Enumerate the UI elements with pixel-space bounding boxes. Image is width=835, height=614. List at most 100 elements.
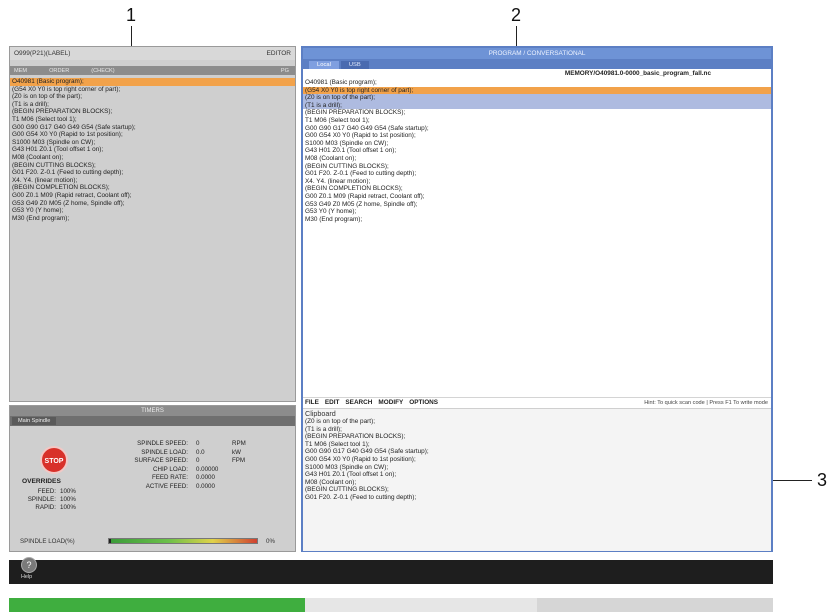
editor-line[interactable]: G00 Z0.1 M09 (Rapid retract, Coolant off…	[303, 193, 771, 201]
spindle-stats: SPINDLE SPEED: 0 RPM SPINDLE LOAD: 0.0 kW SURF…	[122, 440, 246, 492]
program-editor-pane[interactable]: PROGRAM / CONVERSATIONAL Local USB MEMOR…	[301, 46, 773, 552]
menu-modify[interactable]: MODIFY	[378, 399, 403, 406]
clipboard-pane[interactable]: Clipboard (Z0 is on top of the part); (T1…	[303, 408, 771, 551]
editor-line[interactable]: M30 (End program);	[303, 216, 771, 224]
active-program-header: O999(P21)(LABEL) EDITOR	[10, 47, 295, 60]
program-lines[interactable]: O40981 (Basic program); (G54 X0 Y0 is top…	[10, 78, 295, 222]
program-line[interactable]: M30 (End program);	[10, 215, 295, 223]
clipboard-line[interactable]: G00 G90 G17 G40 G49 G54 (Safe startup);	[303, 448, 771, 456]
help-bar: ? Help	[9, 557, 773, 584]
editor-line[interactable]: (BEGIN PREPARATION BLOCKS);	[303, 109, 771, 117]
editor-line[interactable]: T1 M06 (Select tool 1);	[303, 117, 771, 125]
stat-label: FEED RATE:	[152, 474, 188, 481]
timers-tabs: Main Spindle	[10, 416, 295, 426]
program-line[interactable]: G53 G49 Z0 M05 (Z home, Spindle off);	[10, 200, 295, 208]
spindle-load-bar	[108, 538, 258, 544]
editor-line[interactable]: G53 G49 Z0 M05 (Z home, Spindle off);	[303, 201, 771, 209]
stat-label: CHIP LOAD:	[153, 465, 188, 473]
program-line[interactable]: G53 Y0 (Y home);	[10, 207, 295, 215]
editor-line[interactable]: (BEGIN COMPLETION BLOCKS);	[303, 185, 771, 193]
program-line[interactable]: G00 Z0.1 M09 (Rapid retract, Coolant off…	[10, 192, 295, 200]
tab-usb[interactable]: USB	[340, 61, 369, 69]
editor-line[interactable]: (T1 is a drill);	[303, 101, 771, 110]
tab-order[interactable]: ORDER	[49, 68, 69, 74]
menu-edit[interactable]: EDIT	[325, 399, 340, 406]
editor-line[interactable]: S1000 M03 (Spindle on CW);	[303, 140, 771, 148]
editor-line[interactable]: (G54 X0 Y0 is top right corner of part);	[303, 86, 771, 95]
tab-mem[interactable]: MEM	[14, 68, 27, 74]
override-label: FEED:	[37, 488, 56, 495]
clipboard-line[interactable]: (BEGIN PREPARATION BLOCKS);	[303, 433, 771, 441]
clipboard-line[interactable]: G01 F20. Z-0.1 (Feed to cutting depth);	[303, 494, 771, 502]
editor-line[interactable]: G01 F20. Z-0.1 (Feed to cutting depth);	[303, 170, 771, 178]
program-line[interactable]: G43 H01 Z0.1 (Tool offset 1 on);	[10, 146, 295, 154]
editor-line[interactable]: X4. Y4. (linear motion);	[303, 178, 771, 186]
program-name: O999(P21)(LABEL)	[14, 50, 71, 57]
editor-line[interactable]: O40981 (Basic program);	[303, 79, 771, 87]
tab-pg[interactable]: PG	[281, 68, 289, 74]
stat-row: SURFACE SPEED: 0 FPM	[122, 457, 246, 466]
tab-check[interactable]: (CHECK)	[91, 68, 114, 74]
clipboard-line[interactable]: (Z0 is on top of the part);	[303, 418, 771, 426]
stop-icon[interactable]: STOP	[40, 446, 68, 474]
active-program-tabs: MEM ORDER (CHECK) PG	[10, 66, 295, 75]
program-line[interactable]: G00 G90 G17 G40 G49 G54 (Safe startup);	[10, 124, 295, 132]
clipboard-line[interactable]: G00 G54 X0 Y0 (Rapid to 1st position);	[303, 456, 771, 464]
spindle-load-label: SPINDLE LOAD(%)	[20, 537, 75, 545]
program-line[interactable]: (BEGIN PREPARATION BLOCKS);	[10, 108, 295, 116]
program-line[interactable]: M08 (Coolant on);	[10, 154, 295, 162]
program-line[interactable]: G01 F20. Z-0.1 (Feed to cutting depth);	[10, 169, 295, 177]
program-line[interactable]: (G54 X0 Y0 is top right corner of part);	[10, 86, 295, 94]
stat-unit: kW	[232, 448, 241, 456]
program-line[interactable]: T1 M06 (Select tool 1);	[10, 116, 295, 124]
clipboard-lines[interactable]: (Z0 is on top of the part); (T1 is a dril…	[303, 418, 771, 502]
program-line[interactable]: O40981 (Basic program);	[10, 78, 295, 86]
status-bar-green	[9, 598, 305, 612]
clipboard-line[interactable]: (BEGIN CUTTING BLOCKS);	[303, 486, 771, 494]
clipboard-line[interactable]: M08 (Coolant on);	[303, 479, 771, 487]
status-bar-right	[537, 598, 773, 612]
active-program-pane[interactable]: O999(P21)(LABEL) EDITOR MEM ORDER (CHECK…	[9, 46, 296, 402]
stat-value: 0.0	[196, 448, 205, 456]
editor-menu-bar: FILE EDIT SEARCH MODIFY OPTIONS Hint: To…	[303, 397, 771, 407]
clipboard-line[interactable]: T1 M06 (Select tool 1);	[303, 441, 771, 449]
spindle-load-indicator	[109, 539, 111, 543]
program-line[interactable]: (BEGIN COMPLETION BLOCKS);	[10, 184, 295, 192]
stat-value: 0.00000	[196, 465, 219, 473]
help-icon[interactable]: ?	[21, 557, 37, 573]
editor-line[interactable]: G00 G90 G17 G40 G49 G54 (Safe startup);	[303, 125, 771, 133]
mode-label: EDITOR	[266, 50, 291, 57]
program-line[interactable]: G00 G54 X0 Y0 (Rapid to 1st position);	[10, 131, 295, 139]
clipboard-line[interactable]: S1000 M03 (Spindle on CW);	[303, 464, 771, 472]
clipboard-line[interactable]: G43 H01 Z0.1 (Tool offset 1 on);	[303, 471, 771, 479]
menu-options[interactable]: OPTIONS	[409, 399, 438, 406]
menu-file[interactable]: FILE	[305, 399, 319, 406]
editor-line[interactable]: G00 G54 X0 Y0 (Rapid to 1st position);	[303, 132, 771, 140]
spindle-load-row: SPINDLE LOAD(%) 0%	[20, 537, 285, 545]
program-line[interactable]: X4. Y4. (linear motion);	[10, 177, 295, 185]
program-line[interactable]: (BEGIN CUTTING BLOCKS);	[10, 162, 295, 170]
editor-line[interactable]: G43 H01 Z0.1 (Tool offset 1 on);	[303, 147, 771, 155]
stat-row: CHIP LOAD: 0.00000	[122, 466, 246, 475]
editor-lines[interactable]: O40981 (Basic program); (G54 X0 Y0 is top…	[303, 79, 771, 409]
program-line[interactable]: (T1 is a drill);	[10, 101, 295, 109]
help-label[interactable]: Help	[21, 574, 32, 580]
stat-row: ACTIVE FEED: 0.0000	[122, 483, 246, 492]
program-line[interactable]: S1000 M03 (Spindle on CW);	[10, 139, 295, 147]
editor-line[interactable]: (Z0 is on top of the part);	[303, 94, 771, 102]
status-bar-mid	[305, 598, 537, 612]
tab-local[interactable]: Local	[309, 61, 339, 69]
clipboard-line[interactable]: (T1 is a drill);	[303, 426, 771, 434]
stat-unit: RPM	[232, 440, 246, 447]
stat-value: 0	[196, 440, 200, 447]
editor-line[interactable]: G53 Y0 (Y home);	[303, 208, 771, 216]
override-value: 100%	[60, 496, 76, 503]
program-line[interactable]: (Z0 is on top of the part);	[10, 93, 295, 101]
tab-main-spindle[interactable]: Main Spindle	[12, 417, 57, 425]
stat-value: 0	[196, 457, 200, 464]
overrides-label: OVERRIDES	[22, 478, 61, 485]
callout-3: 3	[817, 470, 828, 490]
editor-line[interactable]: (BEGIN CUTTING BLOCKS);	[303, 163, 771, 171]
menu-search[interactable]: SEARCH	[345, 399, 372, 406]
editor-line[interactable]: M08 (Coolant on);	[303, 155, 771, 163]
